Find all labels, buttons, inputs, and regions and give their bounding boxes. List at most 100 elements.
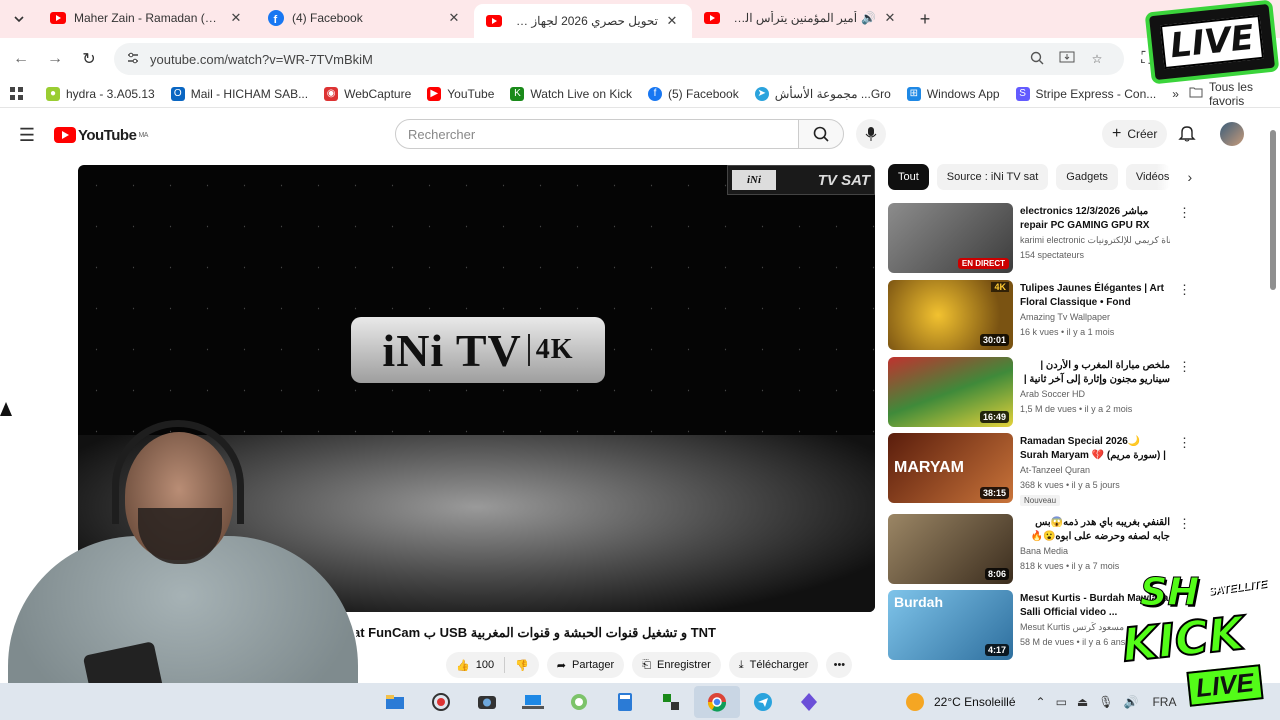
back-icon[interactable]: ←: [4, 42, 38, 76]
bookmark-hydra[interactable]: ● hydra - 3.A05.13: [46, 86, 155, 101]
chip-source[interactable]: Source : iNi TV sat: [936, 164, 1049, 190]
close-icon[interactable]: ✕: [446, 10, 462, 26]
recommendation-item[interactable]: 4K 30:01 Tulipes Jaunes Élégantes | Art F…: [888, 280, 1191, 352]
chip-gadgets[interactable]: Gadgets: [1056, 164, 1118, 190]
search-placeholder: Rechercher: [408, 126, 476, 142]
recommendation-channel[interactable]: Arab Soccer HD: [1020, 389, 1170, 399]
bookmark-facebook[interactable]: f (5) Facebook: [648, 86, 739, 101]
more-vert-icon[interactable]: ⋮: [1178, 516, 1191, 532]
bookmark-star-icon[interactable]: ☆: [1082, 52, 1112, 66]
camera-icon[interactable]: [464, 686, 510, 718]
search-button[interactable]: [798, 119, 844, 149]
new-tab-button[interactable]: +: [910, 4, 940, 34]
browser-tab-2[interactable]: f (4) Facebook ✕: [256, 2, 474, 34]
recommendation-meta: 58 M de vues • il y a 6 ans: [1020, 637, 1126, 647]
close-icon[interactable]: ✕: [228, 10, 244, 26]
chrome-icon[interactable]: [694, 686, 740, 718]
browser-alt-icon[interactable]: [556, 686, 602, 718]
scrollbar-thumb[interactable]: [1270, 130, 1276, 290]
video-thumbnail[interactable]: MARYAM 38:15: [888, 433, 1013, 503]
download-button[interactable]: ⤓ Télécharger: [728, 652, 819, 678]
bookmark-stripe[interactable]: S Stripe Express - Con...: [1015, 86, 1157, 101]
chevron-up-icon[interactable]: ⌃: [1036, 695, 1046, 709]
voice-search-button[interactable]: [856, 119, 886, 149]
weather-sun-icon[interactable]: [906, 693, 924, 711]
recommendation-title[interactable]: Ramadan Special 2026🌙 Surah Maryam 💔 (سو…: [1020, 435, 1170, 463]
recommendation-item[interactable]: 16:49 ملخص مباراة المغرب و الأردن | سينا…: [888, 357, 1191, 429]
copilot-icon[interactable]: [786, 686, 832, 718]
weather-text[interactable]: 22°C Ensoleillé: [934, 695, 1016, 709]
more-vert-icon[interactable]: ⋮: [1178, 435, 1191, 451]
bookmark-youtube[interactable]: ▶ YouTube: [427, 86, 494, 101]
close-icon[interactable]: ✕: [664, 13, 680, 29]
file-explorer-icon[interactable]: [372, 686, 418, 718]
browser-tab-4[interactable]: أمير المؤمنين يترأس الدرس الـ 🔊 ✕: [692, 2, 910, 34]
calculator-icon[interactable]: [602, 686, 648, 718]
create-button[interactable]: + Créer: [1102, 120, 1168, 148]
bookmark-webcapture[interactable]: ◉ WebCapture: [324, 86, 411, 101]
recommendation-channel[interactable]: At-Tanzeel Quran: [1020, 465, 1170, 475]
bookmark-windows-app[interactable]: ⊞ Windows App: [906, 86, 1000, 101]
video-thumbnail[interactable]: 8:06: [888, 514, 1013, 584]
chip-all[interactable]: Tout: [888, 164, 929, 190]
more-vert-icon[interactable]: ⋮: [1178, 359, 1191, 375]
bookmark-label: Stripe Express - Con...: [1035, 86, 1157, 101]
chevron-right-icon[interactable]: ›: [1178, 165, 1202, 189]
recommendation-title[interactable]: Tulipes Jaunes Élégantes | Art Floral Cl…: [1020, 282, 1170, 310]
avatar[interactable]: [1220, 122, 1244, 146]
url-text: youtube.com/watch?v=WR-7TVmBkiM: [150, 51, 373, 67]
apps-grid-icon[interactable]: [10, 86, 24, 101]
recommendation-title[interactable]: القنفي بغريبه باي هدر ذمه😱بس جابه لصفه و…: [1020, 516, 1171, 544]
browser-tab-3-active[interactable]: تحويل حصري 2026 لجهاز BS666 T ✕: [474, 4, 692, 38]
usb-icon[interactable]: ⏏: [1077, 695, 1088, 709]
browser-tab-1[interactable]: Maher Zain - Ramadan (Arabic) ✕: [38, 2, 256, 34]
chevron-right-icon[interactable]: »: [1172, 87, 1179, 101]
youtube-logo[interactable]: YouTube MA: [54, 127, 148, 144]
forward-icon[interactable]: →: [38, 42, 72, 76]
save-button[interactable]: ⎗ Enregistrer: [632, 652, 721, 678]
all-bookmarks-button[interactable]: Tous les favoris: [1189, 80, 1268, 108]
recorder-icon[interactable]: [418, 686, 464, 718]
telegram-icon[interactable]: [740, 686, 786, 718]
more-vert-icon[interactable]: ⋮: [1178, 282, 1191, 298]
laptop-icon[interactable]: [510, 686, 556, 718]
video-thumbnail[interactable]: 16:49: [888, 357, 1013, 427]
bookmark-kick[interactable]: K Watch Live on Kick: [510, 86, 632, 101]
video-thumbnail[interactable]: Burdah 4:17: [888, 590, 1013, 660]
speaker-icon[interactable]: 🔊: [861, 11, 876, 25]
zoom-icon[interactable]: [1022, 51, 1052, 68]
reload-icon[interactable]: ↻: [72, 42, 106, 76]
share-button[interactable]: ➦ Partager: [546, 652, 625, 678]
network-app-icon[interactable]: [648, 686, 694, 718]
notifications-bell-icon[interactable]: [1178, 124, 1196, 145]
recommendation-channel[interactable]: Amazing Tv Wallpaper: [1020, 312, 1170, 322]
recommendation-item[interactable]: EN DIRECT electronics مباشر 12/3/2026 re…: [888, 203, 1191, 275]
recommendation-title[interactable]: electronics مباشر 12/3/2026 repair PC GA…: [1020, 205, 1170, 233]
like-count[interactable]: 100: [476, 659, 494, 671]
more-vert-icon[interactable]: ⋮: [1178, 205, 1191, 221]
site-info-icon[interactable]: [126, 51, 140, 68]
recommendation-item[interactable]: MARYAM 38:15 Ramadan Special 2026🌙 Surah…: [888, 433, 1191, 506]
tab-search-button[interactable]: [0, 0, 38, 38]
video-thumbnail[interactable]: EN DIRECT: [888, 203, 1013, 273]
duration-badge: 30:01: [979, 334, 1009, 346]
address-bar[interactable]: youtube.com/watch?v=WR-7TVmBkiM ☆: [114, 43, 1124, 75]
more-actions-icon[interactable]: •••: [826, 652, 853, 678]
video-thumbnail[interactable]: 4K 30:01: [888, 280, 1013, 350]
recommendation-channel[interactable]: Bana Media: [1020, 546, 1170, 556]
recommendation-channel[interactable]: karimi electronic قناة كريمي للإلكترونيا…: [1020, 235, 1170, 246]
bookmark-mail[interactable]: O Mail - HICHAM SAB...: [170, 86, 308, 101]
search-input[interactable]: Rechercher: [395, 119, 799, 149]
outlook-icon: O: [170, 86, 185, 101]
menu-icon[interactable]: ☰: [0, 125, 54, 146]
close-icon[interactable]: ✕: [882, 10, 898, 26]
thumbs-up-icon[interactable]: 👍: [456, 659, 470, 672]
hydra-icon: ●: [46, 86, 60, 101]
bookmark-telegram-group[interactable]: ➤ مجموعة الأسأش ...Gro: [754, 86, 891, 101]
recommendation-title[interactable]: ملخص مباراة المغرب و الأردن | سيناريو مج…: [1020, 359, 1170, 387]
thumbs-down-icon[interactable]: 👎: [515, 659, 529, 672]
install-app-icon[interactable]: [1052, 51, 1082, 68]
monitor-icon[interactable]: ▭: [1056, 695, 1067, 709]
telegram-icon: ➤: [754, 86, 769, 101]
chip-videos[interactable]: Vidéos: [1125, 164, 1170, 190]
